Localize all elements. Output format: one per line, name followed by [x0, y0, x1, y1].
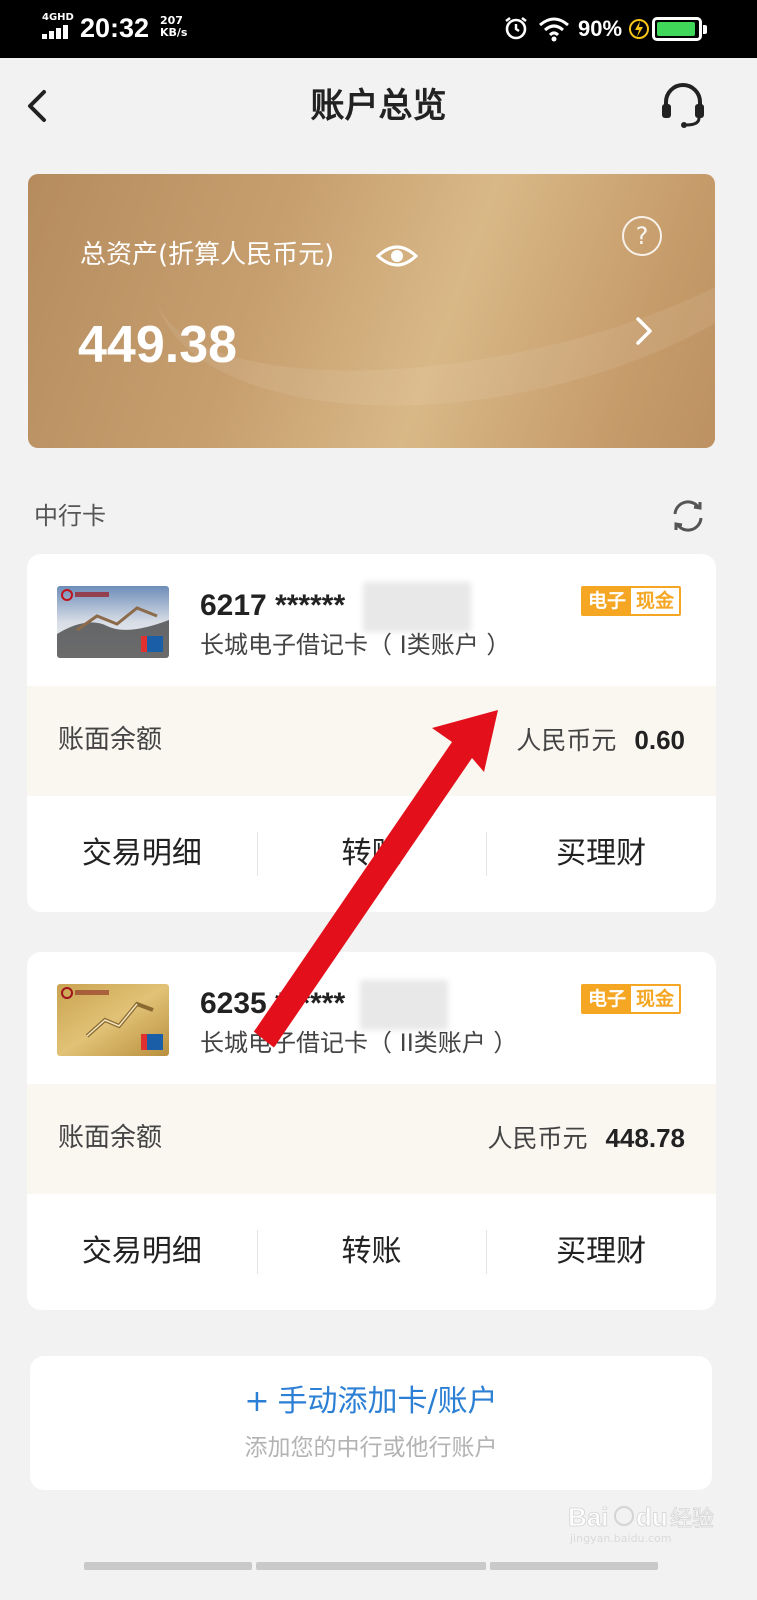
balance-value: 448.78: [605, 1123, 685, 1153]
balance-row: 账面余额 人民币元 448.78: [27, 1084, 716, 1194]
card-image-great-wall: [57, 586, 169, 658]
svg-text:jingyan.baidu.com: jingyan.baidu.com: [569, 1532, 672, 1545]
wealth-button[interactable]: 买理财: [486, 796, 716, 912]
signal-icon: [42, 25, 74, 39]
wifi-icon: [539, 17, 569, 42]
section-title: 中行卡: [34, 502, 106, 530]
help-icon[interactable]: ?: [622, 216, 662, 256]
balance-amount: 人民币元 0.60: [516, 722, 685, 762]
card-number: 6217 ******: [200, 589, 346, 622]
battery-icon: [652, 17, 707, 41]
plus-icon: +: [244, 1384, 270, 1419]
charging-icon: [629, 19, 649, 39]
account-card[interactable]: 6217 ****** 长城电子借记卡（ I类账户 ） 电子 现金 账面余额 人…: [27, 554, 716, 912]
transactions-button[interactable]: 交易明细: [27, 1194, 257, 1310]
battery-percent: 90%: [578, 16, 623, 41]
headset-icon[interactable]: [658, 80, 708, 130]
card-image-gold: [57, 984, 169, 1056]
balance-amount: 人民币元 448.78: [487, 1120, 685, 1160]
page-title: 账户总览: [310, 86, 447, 126]
svg-text:du: du: [636, 1502, 668, 1532]
card-number: 6235 ******: [200, 987, 346, 1020]
transfer-button[interactable]: 转账: [256, 796, 487, 912]
status-bar: 4GHD 20:32 207 KB/s 90%: [0, 0, 757, 58]
chevron-right-icon[interactable]: [632, 314, 656, 348]
balance-label: 账面余额: [58, 1123, 163, 1153]
svg-text:Bai: Bai: [568, 1502, 608, 1532]
svg-text:经验: 经验: [670, 1507, 714, 1532]
total-assets-card[interactable]: 总资产(折算人民币元) ? 449.38: [28, 174, 715, 448]
card-type: 长城电子借记卡（ I类账户 ）: [200, 631, 511, 659]
refresh-icon[interactable]: [670, 498, 706, 534]
account-card[interactable]: 6235 ****** 长城电子借记卡（ II类账户 ） 电子 现金 账面余额 …: [27, 952, 716, 1310]
badge-left: 电子: [583, 588, 632, 614]
bottom-partial-tab: [84, 1562, 252, 1570]
total-assets-amount: 449.38: [78, 316, 238, 374]
baidu-jingyan-watermark: Bai du 经验 jingyan.baidu.com: [568, 1502, 714, 1545]
badge-right: 现金: [631, 986, 680, 1012]
add-account-title: + 手动添加卡/账户: [30, 1382, 712, 1422]
card-number-redaction: [363, 582, 471, 632]
bottom-partial-tab: [490, 1562, 658, 1570]
ecash-badge: 电子 现金: [581, 984, 682, 1014]
balance-row: 账面余额 人民币元 0.60: [27, 686, 716, 796]
badge-left: 电子: [583, 986, 632, 1012]
balance-label: 账面余额: [58, 725, 163, 755]
account-actions: 交易明细 转账 买理财: [27, 1194, 716, 1310]
add-account-label: 手动添加卡/账户: [277, 1384, 498, 1419]
balance-currency: 人民币元: [487, 1124, 588, 1153]
balance-currency: 人民币元: [516, 726, 617, 755]
badge-right: 现金: [631, 588, 680, 614]
transfer-button[interactable]: 转账: [256, 1194, 487, 1310]
card-type: 长城电子借记卡（ II类账户 ）: [200, 1029, 518, 1057]
add-account-subtitle: 添加您的中行或他行账户: [244, 1435, 498, 1461]
network-type: 4GHD: [42, 12, 74, 23]
nav-bar: 账户总览: [0, 58, 757, 158]
transactions-button[interactable]: 交易明细: [27, 796, 257, 912]
bottom-partial-tab: [256, 1562, 486, 1570]
ecash-badge: 电子 现金: [581, 586, 682, 616]
balance-value: 0.60: [634, 725, 685, 755]
account-actions: 交易明细 转账 买理财: [27, 796, 716, 912]
total-assets-label: 总资产(折算人民币元): [80, 240, 335, 270]
wealth-button[interactable]: 买理财: [486, 1194, 716, 1310]
status-time: 20:32: [80, 13, 150, 43]
network-speed: 207 KB/s: [160, 15, 187, 39]
alarm-icon: [505, 17, 527, 40]
speed-unit: KB/s: [160, 26, 188, 39]
eye-icon[interactable]: [376, 242, 418, 270]
add-account-button[interactable]: + 手动添加卡/账户 添加您的中行或他行账户: [30, 1356, 712, 1490]
card-number-redaction: [360, 980, 448, 1030]
